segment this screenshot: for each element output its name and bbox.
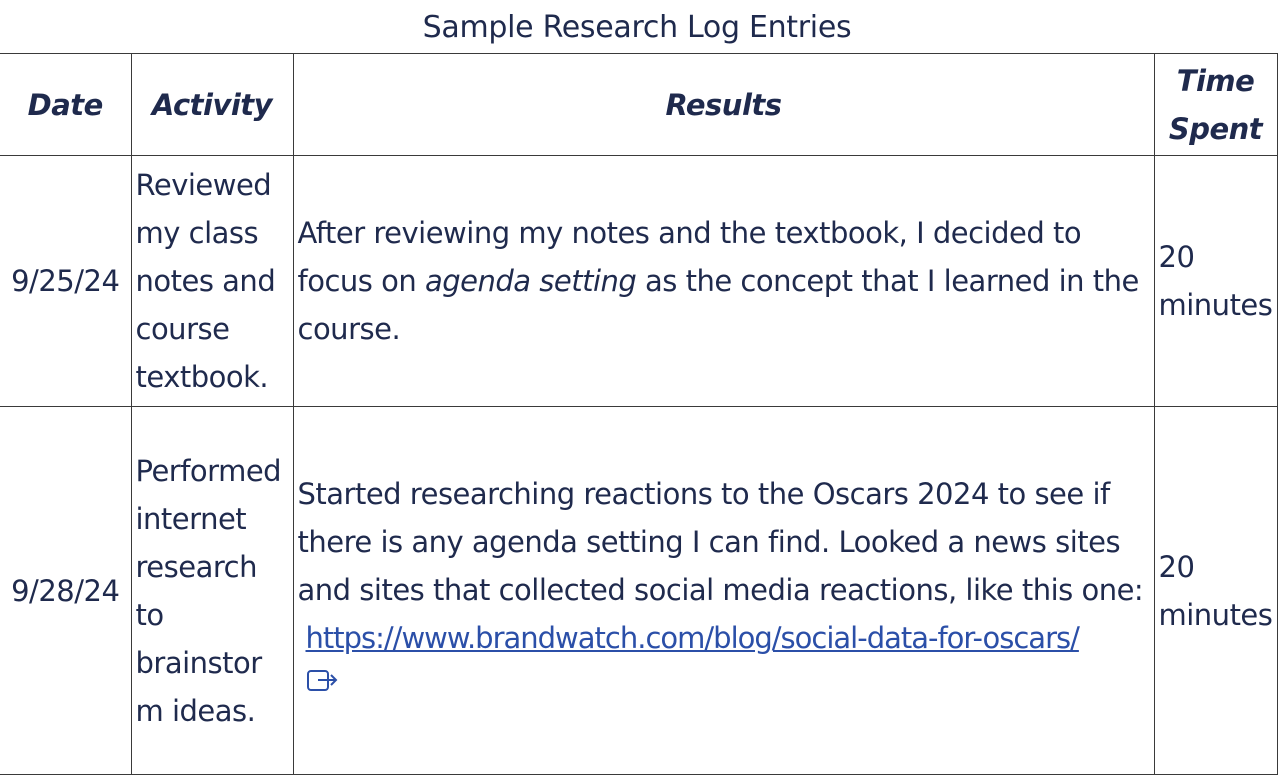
activity-cell: Performed internet research to brainstor… <box>130 406 294 775</box>
results-cell: Started researching reactions to the Osc… <box>292 406 1155 775</box>
column-header-time-spent: Time Spent <box>1153 53 1278 156</box>
time-cell: 20 minutes <box>1153 406 1278 775</box>
column-header-activity: Activity <box>130 53 294 156</box>
date-cell: 9/25/24 <box>0 155 132 407</box>
activity-cell: Reviewed my class notes and course textb… <box>130 155 294 407</box>
external-link-icon[interactable] <box>306 660 340 708</box>
results-cell: After reviewing my notes and the textboo… <box>292 155 1155 407</box>
research-log-table: Date Activity Results Time Spent 9/25/24… <box>0 53 1278 775</box>
results-text: Started researching reactions to the Osc… <box>297 476 1144 607</box>
results-emphasis: agenda setting <box>424 264 637 298</box>
column-header-date: Date <box>0 53 132 156</box>
date-cell: 9/28/24 <box>0 406 132 775</box>
table-row: 9/28/24 Performed internet research to b… <box>0 406 1278 775</box>
table-row: 9/25/24 Reviewed my class notes and cour… <box>0 155 1278 407</box>
column-header-results: Results <box>292 53 1155 156</box>
table-caption: Sample Research Log Entries <box>422 10 852 45</box>
brandwatch-link[interactable]: https://www.brandwatch.com/blog/social-d… <box>306 621 1080 655</box>
time-cell: 20 minutes <box>1153 155 1278 407</box>
header-row: Date Activity Results Time Spent <box>0 53 1278 156</box>
